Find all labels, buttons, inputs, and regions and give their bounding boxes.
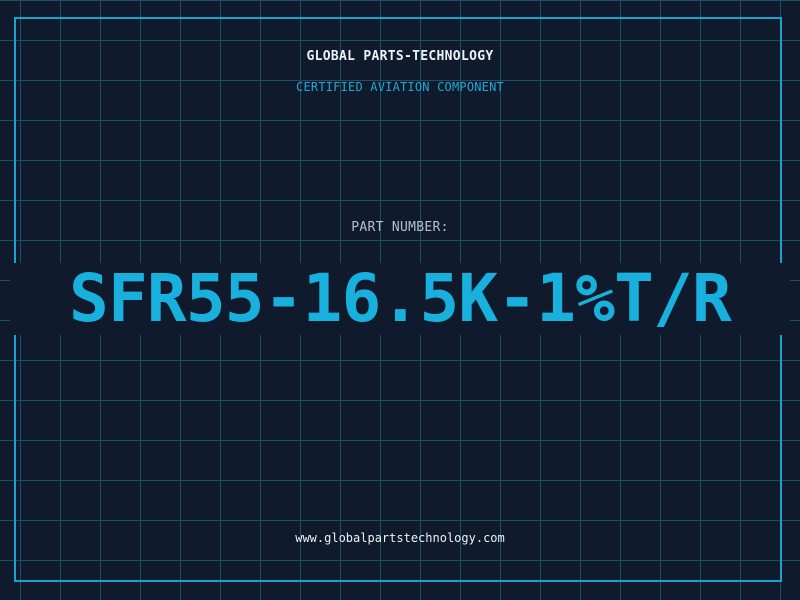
website-url: www.globalpartstechnology.com	[295, 531, 505, 545]
company-name: GLOBAL PARTS-TECHNOLOGY	[306, 49, 494, 64]
part-number-value: SFR55-16.5K-1%T/R	[69, 260, 732, 337]
part-label-card: GLOBAL PARTS-TECHNOLOGY CERTIFIED AVIATI…	[0, 0, 800, 600]
certification-subtitle: CERTIFIED AVIATION COMPONENT	[296, 80, 504, 94]
part-number-label: PART NUMBER:	[351, 220, 449, 235]
